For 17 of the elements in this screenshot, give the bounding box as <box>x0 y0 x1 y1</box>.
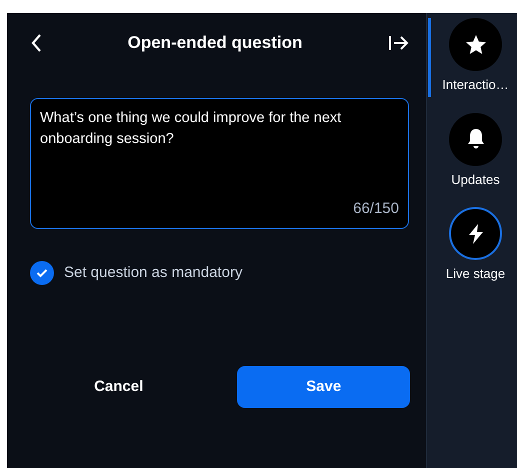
mandatory-label: Set question as mandatory <box>64 262 242 283</box>
sidebar-label: Live stage <box>446 265 506 283</box>
cancel-button[interactable]: Cancel <box>30 366 208 408</box>
save-button[interactable]: Save <box>237 366 410 408</box>
sidebar-item[interactable]: Updates <box>428 112 516 191</box>
sidebar-label: Interactio… <box>442 76 509 94</box>
sidebar-label: Updates <box>451 170 500 189</box>
sidebar-item[interactable]: Live stage <box>428 207 516 286</box>
panel-title: Open-ended question <box>126 32 304 54</box>
question-field[interactable]: What’s one thing we could improve for the next onboarding session? 66/150 <box>30 98 409 229</box>
mandatory-checkbox[interactable] <box>30 261 54 285</box>
check-icon <box>36 268 48 278</box>
sidebar-item[interactable]: Interactio… <box>428 18 516 96</box>
character-counter: 66/150 <box>352 198 399 218</box>
exit-arrow-icon[interactable] <box>388 34 410 52</box>
back-icon[interactable] <box>30 33 42 53</box>
star-icon <box>464 32 488 56</box>
